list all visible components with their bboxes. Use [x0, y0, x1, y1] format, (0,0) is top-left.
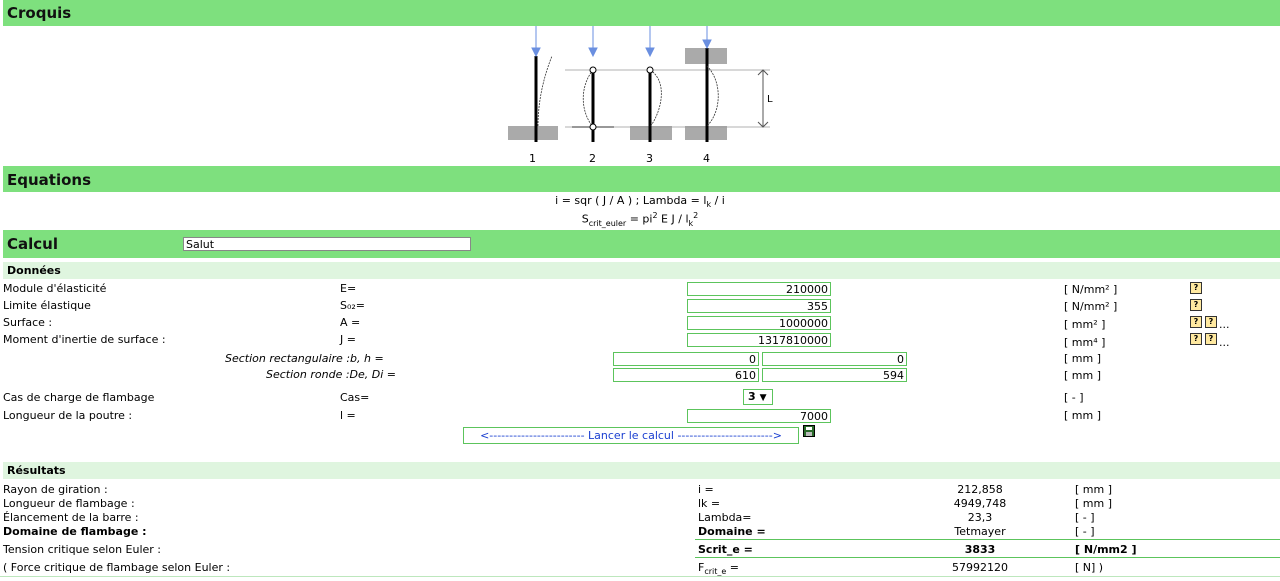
- croquis-title: Croquis: [7, 4, 72, 22]
- unit-cas: [ - ]: [1064, 391, 1084, 404]
- label-module: Module d'élasticité: [3, 282, 107, 295]
- res-sym-elancement: Lambda=: [698, 511, 752, 524]
- moment-input[interactable]: [687, 333, 831, 347]
- donnees-title: Données: [7, 264, 61, 277]
- res-unit-force: [ N] ): [1075, 561, 1104, 574]
- limite-input[interactable]: [687, 299, 831, 313]
- sym-cas: Cas=: [340, 391, 370, 404]
- res-value-domaine: Tetmayer: [954, 525, 1006, 538]
- case-label-4: 4: [703, 152, 710, 164]
- help-limite-icon[interactable]: ?: [1190, 299, 1202, 311]
- label-limite: Limite élastique: [3, 299, 91, 312]
- lancer-calcul-button[interactable]: <------------------------ Lancer le calc…: [463, 427, 799, 444]
- sym-module: E=: [340, 282, 357, 295]
- buckling-sketch: L 1 2 3 4: [508, 26, 773, 164]
- label-surface: Surface :: [3, 316, 53, 329]
- equation-line-1: i = sqr ( J / A ) ; Lambda = lk / i: [555, 194, 725, 210]
- surface-ellipsis[interactable]: ...: [1219, 318, 1230, 331]
- croquis-header: Croquis: [3, 0, 1280, 26]
- case-label-1: 1: [529, 152, 536, 164]
- surface-input[interactable]: [687, 316, 831, 330]
- case-label-3: 3: [646, 152, 653, 164]
- res-sym-force: Fcrit_e =: [698, 561, 740, 577]
- resultats-header: Résultats: [3, 462, 1280, 479]
- label-cas: Cas de charge de flambage: [3, 391, 155, 404]
- res-label-rayon: Rayon de giration :: [3, 483, 108, 496]
- module-input[interactable]: [687, 282, 831, 296]
- sym-limite: S₀₂=: [340, 299, 366, 312]
- res-unit-elancement: [ - ]: [1075, 511, 1095, 524]
- sym-moment: J =: [340, 333, 356, 346]
- equations-title: Equations: [7, 171, 92, 189]
- equations-header: Equations: [3, 166, 1280, 192]
- res-unit-longueur: [ mm ]: [1075, 497, 1113, 510]
- sym-surface: A =: [340, 316, 361, 329]
- res-value-tension: 3833: [964, 543, 996, 556]
- ronde-di-input[interactable]: [762, 368, 907, 382]
- dimension-l-label: L: [767, 94, 773, 105]
- unit-longueur: [ mm ]: [1064, 409, 1102, 422]
- res-label-longueur: Longueur de flambage :: [3, 497, 135, 510]
- help-surface-icon[interactable]: ?: [1190, 316, 1202, 328]
- longueur-input[interactable]: [687, 409, 831, 423]
- help-moment-icon[interactable]: ?: [1190, 333, 1202, 345]
- unit-ronde: [ mm ]: [1064, 369, 1102, 382]
- label-ronde: Section ronde :De, Di =: [266, 368, 397, 381]
- res-value-rayon: 212,858: [957, 483, 1003, 496]
- cas-select[interactable]: 3 ▼: [743, 389, 773, 405]
- help-surface-2-icon[interactable]: ?: [1205, 316, 1217, 328]
- equation-line-2: Scrit_euler = pi2 E J / lk2: [581, 211, 699, 228]
- label-moment: Moment d'inertie de surface :: [3, 333, 166, 346]
- donnees-header: Données: [3, 262, 1280, 279]
- moment-ellipsis[interactable]: ...: [1219, 336, 1230, 349]
- resultats-title: Résultats: [7, 464, 66, 477]
- rect-h-input[interactable]: [762, 352, 907, 366]
- res-sym-domaine: Domaine =: [698, 525, 766, 538]
- ronde-de-input[interactable]: [613, 368, 759, 382]
- calcul-name-input[interactable]: [183, 237, 471, 251]
- help-moment-2-icon[interactable]: ?: [1205, 333, 1217, 345]
- res-value-longueur: 4949,748: [953, 497, 1007, 510]
- unit-moment: [ mm⁴ ]: [1064, 336, 1106, 349]
- res-unit-rayon: [ mm ]: [1075, 483, 1113, 496]
- res-label-force: ( Force critique de flambage selon Euler…: [3, 561, 231, 574]
- res-value-elancement: 23,3: [967, 511, 993, 524]
- unit-limite: [ N/mm² ]: [1064, 300, 1118, 313]
- unit-rect: [ mm ]: [1064, 352, 1102, 365]
- res-unit-domaine: [ - ]: [1075, 525, 1095, 538]
- res-unit-tension: [ N/mm2 ]: [1075, 543, 1137, 556]
- res-sym-rayon: i =: [698, 483, 714, 496]
- res-value-force: 57992120: [952, 561, 1008, 574]
- calcul-title: Calcul: [7, 235, 58, 253]
- res-label-elancement: Élancement de la barre :: [3, 511, 139, 524]
- res-label-tension: Tension critique selon Euler :: [3, 543, 162, 556]
- res-sym-longueur: lk =: [698, 497, 721, 510]
- unit-surface: [ mm² ]: [1064, 318, 1106, 331]
- chevron-down-icon: ▼: [759, 393, 767, 403]
- save-icon[interactable]: [803, 425, 815, 437]
- label-longueur: Longueur de la poutre :: [3, 409, 133, 422]
- rect-b-input[interactable]: [613, 352, 759, 366]
- res-label-domaine: Domaine de flambage :: [3, 525, 147, 538]
- sym-longueur: l =: [340, 409, 356, 422]
- help-module-icon[interactable]: ?: [1190, 282, 1202, 294]
- unit-module: [ N/mm² ]: [1064, 283, 1118, 296]
- case-label-2: 2: [589, 152, 596, 164]
- res-sym-tension: Scrit_e =: [698, 543, 753, 556]
- support-1-bottom: [508, 126, 558, 140]
- label-rect: Section rectangulaire :b, h =: [225, 352, 384, 365]
